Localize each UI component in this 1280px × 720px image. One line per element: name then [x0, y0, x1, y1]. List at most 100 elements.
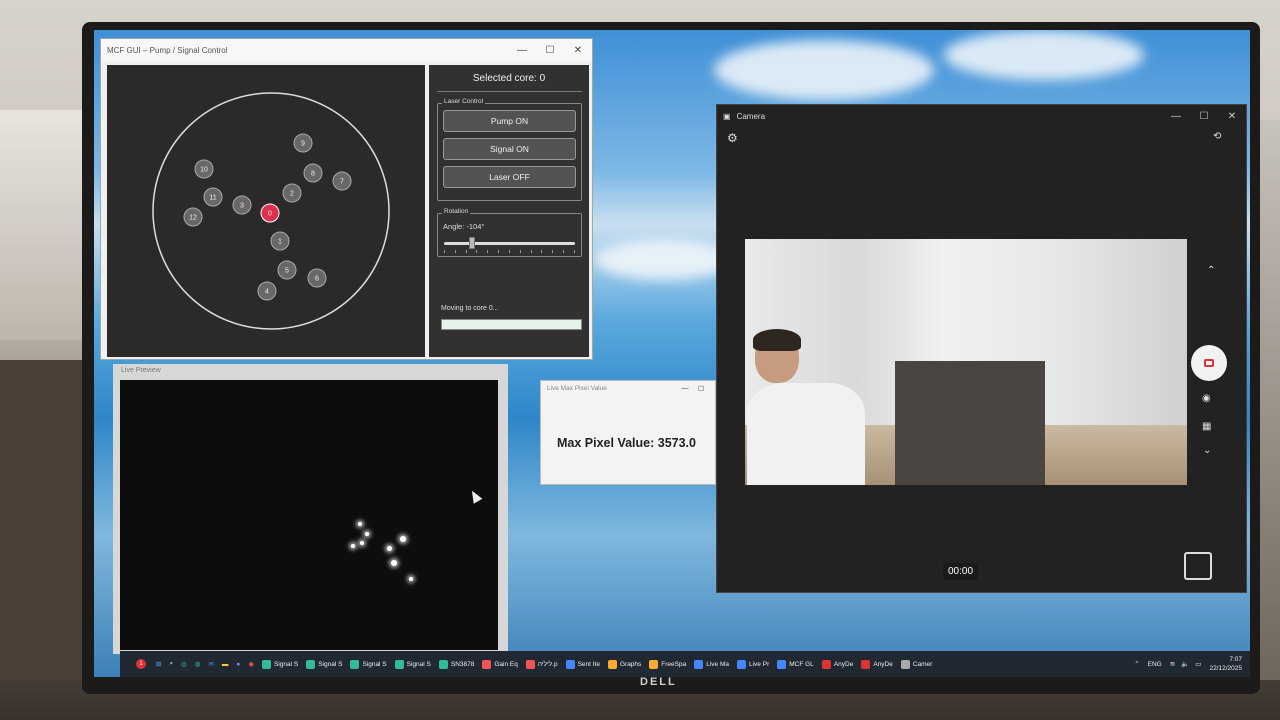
chevron-down-icon[interactable]: ⌄	[1203, 445, 1211, 456]
taskbar-app-label: FreeSpa	[661, 660, 687, 668]
taskbar-app[interactable]: Live Ma	[694, 659, 729, 669]
start-icon[interactable]: ⊞	[156, 660, 161, 668]
taskbar-app[interactable]: Live Pr	[737, 659, 769, 669]
taskbar-app[interactable]: Signal S	[262, 659, 298, 669]
taskbar-app[interactable]: MCF GL	[777, 659, 814, 669]
browser-icon[interactable]: ◎	[181, 660, 187, 668]
rotation-slider[interactable]	[444, 237, 575, 253]
maximize-icon[interactable]: ☐	[1190, 111, 1218, 122]
taskbar-app[interactable]: FreeSpa	[649, 659, 687, 669]
core-2[interactable]: 2	[282, 183, 302, 203]
video-icon	[1204, 359, 1214, 367]
core-label: 2	[290, 191, 294, 198]
maximize-icon[interactable]: ☐	[536, 45, 564, 56]
max-pixel-value: Max Pixel Value: 3573.0	[557, 436, 696, 450]
chevron-up-icon[interactable]: ⌃	[1134, 660, 1139, 668]
core-8[interactable]: 8	[303, 163, 323, 183]
gallery-thumbnail[interactable]	[1184, 552, 1212, 580]
taskbar-app[interactable]: Signal S	[306, 659, 343, 669]
wifi-icon[interactable]: ≋	[1170, 660, 1175, 668]
taskbar-app-label: Signal S	[318, 660, 343, 668]
live-preview-window: Live Preview	[113, 364, 508, 654]
chevron-up-icon[interactable]: ⌃	[1207, 265, 1215, 276]
taskbar-app[interactable]: AnyDe	[821, 659, 854, 669]
settings-gear-icon[interactable]: ⚙	[727, 131, 738, 145]
signal-on-button[interactable]: Signal ON	[443, 138, 576, 160]
app-icon	[482, 659, 492, 669]
minimize-icon[interactable]: —	[508, 45, 536, 56]
language-indicator[interactable]: ENG	[1148, 661, 1162, 668]
taskbar-app[interactable]: Graphs	[607, 659, 641, 669]
core-7[interactable]: 7	[332, 171, 352, 191]
edge-icon[interactable]: ◍	[195, 660, 201, 668]
wallpaper-cloud	[944, 30, 1144, 80]
close-icon[interactable]: ✕	[564, 45, 592, 56]
chrome-icon[interactable]: ◉	[248, 660, 254, 668]
folder-icon[interactable]: ▬	[222, 661, 229, 668]
clock[interactable]: 7:07 22/12/2025	[1209, 655, 1242, 673]
search-icon[interactable]: ⌕	[169, 660, 173, 668]
app-icon	[607, 659, 617, 669]
status-text: Moving to core 0...	[441, 305, 499, 312]
taskbar-app-label: MCF GL	[789, 660, 814, 668]
core-label: 7	[340, 179, 344, 186]
core-9[interactable]: 9	[293, 133, 313, 153]
maxpx-titlebar[interactable]: Live Max Pixel Value — ☐	[541, 381, 715, 397]
core-10[interactable]: 10	[194, 159, 214, 179]
taskbar-app-label: Gain Eq	[494, 660, 518, 668]
slider-thumb[interactable]	[468, 237, 475, 249]
optical-table	[895, 361, 1045, 485]
taskbar-app[interactable]: Sent Ite	[565, 659, 600, 669]
maximize-icon[interactable]: ☐	[693, 385, 709, 393]
wallpaper-cloud	[594, 240, 734, 280]
volume-icon[interactable]: 🔈	[1181, 660, 1189, 668]
app-icon	[821, 659, 831, 669]
slider-tick	[552, 250, 554, 253]
switch-camera-icon[interactable]: ⟲	[1213, 131, 1221, 142]
battery-icon[interactable]: ▭	[1195, 660, 1201, 668]
core-6[interactable]: 6	[307, 268, 327, 288]
mail-icon[interactable]: ✉	[208, 660, 213, 668]
teams-icon[interactable]: ●	[236, 661, 240, 668]
taskbar-app[interactable]: Signal S	[394, 659, 431, 669]
taskbar-app-label: AnyDe	[833, 660, 854, 668]
core-0[interactable]: 0	[260, 203, 280, 223]
close-icon[interactable]: ✕	[1218, 111, 1246, 122]
minimize-icon[interactable]: —	[677, 385, 693, 393]
light-spot	[391, 560, 397, 566]
record-video-button[interactable]	[1191, 345, 1227, 381]
core-11[interactable]: 11	[203, 187, 223, 207]
group-title: Rotation	[442, 208, 471, 215]
core-4[interactable]: 4	[257, 281, 277, 301]
slider-tick	[487, 250, 489, 253]
app-icon	[438, 659, 448, 669]
monitor-brand: DELL	[640, 676, 677, 688]
date: 22/12/2025	[1209, 665, 1242, 672]
taskbar-app[interactable]: ליליה.p	[525, 659, 558, 669]
minimize-icon[interactable]: —	[1162, 111, 1190, 122]
core-3[interactable]: 3	[232, 195, 252, 215]
taskbar-app[interactable]: AnyDe	[861, 659, 893, 669]
app-icon	[525, 659, 535, 669]
laser-off-button[interactable]: Laser OFF	[443, 166, 576, 188]
camera-app-icon: ▣	[723, 111, 731, 121]
control-panel: Selected core: 0 Laser Control Pump ON S…	[429, 65, 589, 357]
taskbar-app-label: Live Ma	[706, 660, 729, 668]
notification-badge[interactable]: 1	[136, 659, 146, 669]
mcf-titlebar[interactable]: MCF GUI – Pump / Signal Control — ☐ ✕	[101, 39, 592, 61]
taskbar-app[interactable]: Camer	[900, 659, 932, 669]
core-1[interactable]: 1	[270, 231, 290, 251]
taskbar-app[interactable]: Gain Eq	[482, 659, 518, 669]
taskbar: 1 ⊞ ⌕ ◎ ◍ ✉ ▬ ● ◉ Signal S Signal S Signal…	[120, 651, 1250, 677]
core-5[interactable]: 5	[277, 260, 297, 280]
camera-titlebar[interactable]: ▣ Camera — ☐ ✕	[717, 105, 1246, 127]
selected-core-label: Selected core: 0	[472, 73, 546, 84]
pump-on-button[interactable]: Pump ON	[443, 110, 576, 132]
photo-mode-icon[interactable]: ◉	[1202, 393, 1211, 404]
group-title: Laser Control	[442, 98, 486, 105]
light-spot	[358, 522, 362, 526]
taskbar-app[interactable]: SN3878	[438, 659, 474, 669]
grid-mode-icon[interactable]: ▦	[1202, 421, 1211, 432]
taskbar-app[interactable]: Signal S	[350, 659, 387, 669]
core-12[interactable]: 12	[183, 207, 203, 227]
